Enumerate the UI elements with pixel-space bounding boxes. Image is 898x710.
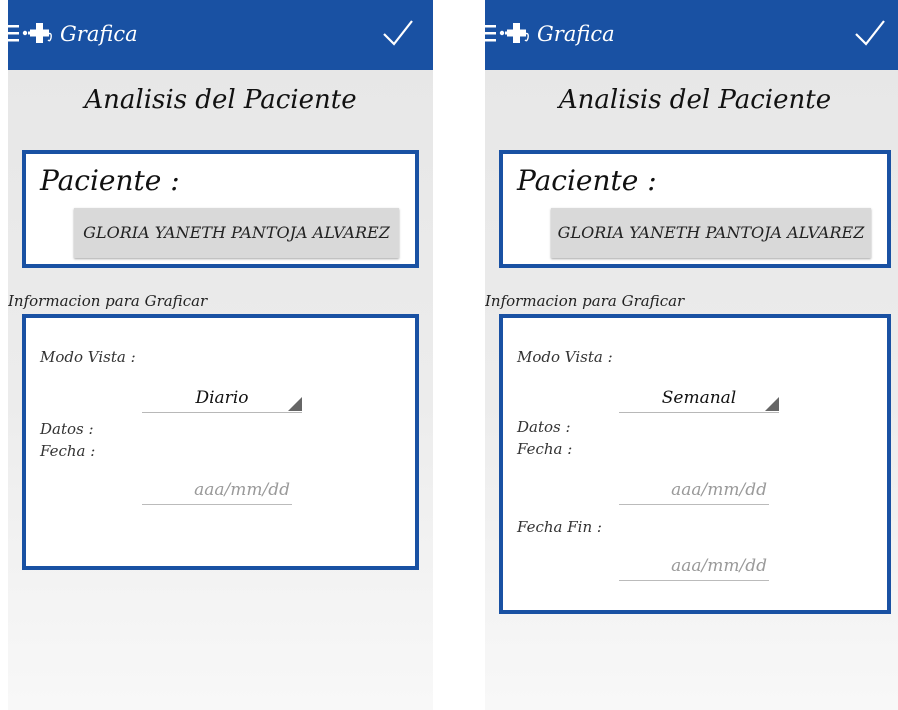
date-input[interactable] xyxy=(619,476,769,505)
graph-info-section-label: Informacion para Graficar xyxy=(485,292,685,310)
date-input[interactable] xyxy=(142,476,292,505)
end-date-label: Fecha Fin : xyxy=(517,518,602,536)
date-label: Fecha : xyxy=(40,442,96,460)
screen-daily: Grafica Analisis del Paciente Paciente :… xyxy=(8,0,433,710)
menu-icon[interactable] xyxy=(8,22,22,44)
data-label: Datos : xyxy=(40,420,94,438)
medical-cross-logo-icon xyxy=(22,23,52,43)
patient-name-button[interactable]: GLORIA YANETH PANTOJA ALVAREZ xyxy=(74,208,399,258)
view-mode-value: Diario xyxy=(195,388,249,408)
view-mode-label: Modo Vista : xyxy=(517,348,613,366)
screen-weekly: Grafica Analisis del Paciente Paciente :… xyxy=(485,0,898,710)
patient-panel: Paciente : GLORIA YANETH PANTOJA ALVAREZ xyxy=(499,150,891,268)
app-title: Grafica xyxy=(537,22,615,46)
graph-info-panel: Modo Vista : Semanal Datos : Fecha : Fec… xyxy=(499,314,891,614)
date-label: Fecha : xyxy=(517,440,573,458)
dropdown-arrow-icon xyxy=(288,397,302,411)
menu-icon[interactable] xyxy=(485,22,499,44)
app-bar: Grafica xyxy=(485,0,898,70)
view-mode-select[interactable]: Semanal xyxy=(619,382,779,413)
view-mode-label: Modo Vista : xyxy=(40,348,136,366)
view-mode-select[interactable]: Diario xyxy=(142,382,302,413)
data-label: Datos : xyxy=(517,418,571,436)
graph-info-panel: Modo Vista : Diario Datos : Fecha : xyxy=(22,314,419,570)
medical-cross-logo-icon xyxy=(499,23,529,43)
patient-label: Paciente : xyxy=(517,164,657,197)
graph-info-section-label: Informacion para Graficar xyxy=(8,292,208,310)
patient-label: Paciente : xyxy=(40,164,180,197)
view-mode-value: Semanal xyxy=(661,388,737,408)
page-title: Analisis del Paciente xyxy=(558,85,832,115)
check-icon[interactable] xyxy=(381,18,415,48)
patient-panel: Paciente : GLORIA YANETH PANTOJA ALVAREZ xyxy=(22,150,419,268)
page-title: Analisis del Paciente xyxy=(84,85,357,115)
check-icon[interactable] xyxy=(853,18,887,48)
app-title: Grafica xyxy=(60,22,138,46)
patient-name-button[interactable]: GLORIA YANETH PANTOJA ALVAREZ xyxy=(551,208,871,258)
app-bar: Grafica xyxy=(8,0,433,70)
end-date-input[interactable] xyxy=(619,552,769,581)
dropdown-arrow-icon xyxy=(765,397,779,411)
